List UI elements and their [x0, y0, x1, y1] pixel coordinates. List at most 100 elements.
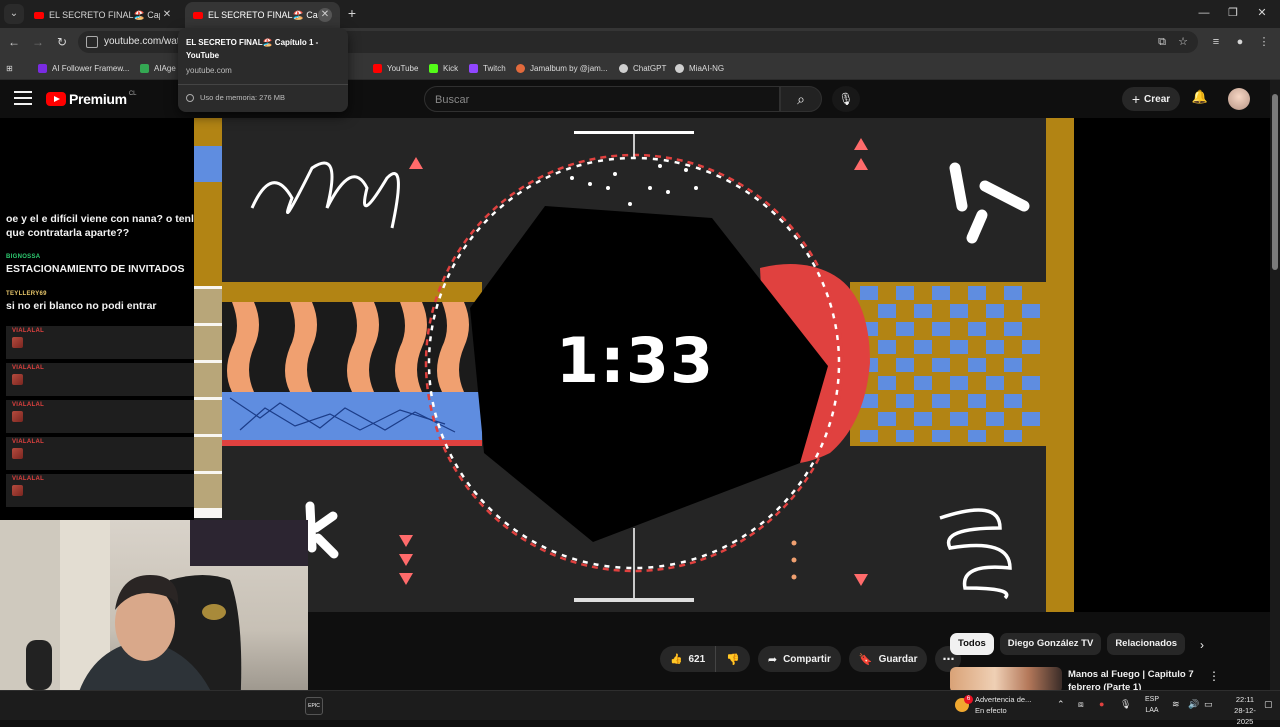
epic-games-icon[interactable]: EPIC [305, 697, 323, 715]
memory-usage-text: Uso de memoria: 276 MB [200, 93, 286, 102]
bookmark-item[interactable]: MiaAI-NG [675, 61, 724, 75]
install-app-icon[interactable]: ⧉ [1154, 34, 1170, 50]
chat-username: VIALALAL [12, 476, 45, 482]
chat-message-text: oe y el e difícil viene con nana? o tenl… [6, 213, 194, 239]
wifi-icon[interactable]: ≋ [1172, 699, 1180, 710]
notification-badge: 6 [964, 695, 973, 704]
volume-icon[interactable]: 🔊 [1188, 699, 1199, 710]
weather-widget[interactable]: 6 Advertencia de... En efecto [955, 694, 1031, 716]
restore-button[interactable]: ❐ [1223, 5, 1243, 21]
video-menu-icon[interactable]: ⋮ [1208, 669, 1220, 683]
create-label: Crear [1144, 93, 1171, 105]
page-scrollbar[interactable] [1270, 80, 1280, 690]
clock-time: 22:11 [1235, 695, 1255, 704]
tab-search-button[interactable]: ⌄ [4, 4, 24, 24]
bookmark-item[interactable]: AIAge [140, 61, 176, 75]
tab-close-icon[interactable]: ✕ [318, 8, 332, 22]
tray-mic-icon[interactable]: 🎙 [1120, 699, 1131, 710]
media-controls-icon[interactable]: ≡ [1208, 34, 1224, 50]
bookmark-item[interactable]: AI Follower Framew... [38, 61, 129, 75]
weather-subtitle: En efecto [975, 706, 1007, 715]
forward-arrow-icon[interactable]: → [29, 33, 47, 51]
search-input[interactable] [435, 92, 765, 108]
bookmark-label: ChatGPT [633, 63, 667, 73]
url-text: youtube.com/wat [104, 36, 180, 47]
chat-username: VIALALAL [12, 402, 45, 408]
tray-red-app-icon[interactable]: ● [1099, 699, 1104, 709]
notification-center-icon[interactable]: ▢ [1264, 699, 1273, 710]
close-window-button[interactable]: ✕ [1252, 5, 1272, 21]
system-clock[interactable]: 22:11 28-12-2025 [1228, 694, 1262, 727]
bookmark-item[interactable]: Kick [429, 61, 458, 75]
bookmark-label: Jamalbum by @jam... [530, 63, 608, 73]
bookmark-star-icon[interactable]: ☆ [1175, 34, 1191, 50]
create-button[interactable]: + Crear [1122, 87, 1180, 111]
hamburger-menu-icon[interactable] [14, 91, 32, 107]
divider [178, 84, 348, 85]
reload-icon[interactable]: ↻ [53, 33, 71, 51]
bookmark-label: MiaAI-NG [689, 63, 725, 73]
chip-channel[interactable]: Diego González TV [999, 633, 1102, 655]
tray-app-icon[interactable]: ⧈ [1078, 699, 1084, 710]
chat-scrollbar[interactable] [194, 118, 222, 518]
search-icon[interactable]: ⌕ [780, 86, 822, 112]
brand-text: Premium [69, 91, 127, 107]
bookmark-item[interactable]: Jamalbum by @jam... [516, 61, 607, 75]
weather-title: Advertencia de... [975, 695, 1032, 704]
back-arrow-icon[interactable]: ← [5, 33, 23, 51]
account-avatar[interactable] [1228, 88, 1250, 110]
region-code: CL [128, 91, 137, 97]
microphone-icon[interactable]: 🎙 [832, 86, 860, 112]
hover-card-title: EL SECRETO FINAL🏖️ Capítulo 1 - YouTube [186, 38, 319, 60]
chat-message: VIALALAL [6, 326, 194, 359]
minimize-button[interactable]: — [1194, 5, 1214, 21]
chat-emote-icon [12, 374, 23, 385]
bookmark-item[interactable]: YouTube [373, 61, 418, 75]
weather-alert-icon: 6 [955, 695, 973, 712]
chat-emote-icon [12, 337, 23, 348]
bookmark-item[interactable]: ChatGPT [619, 61, 666, 75]
chip-related[interactable]: Relacionados [1107, 633, 1186, 655]
site-info-icon[interactable] [86, 36, 98, 48]
bookmark-icon: 🔖 [858, 653, 873, 666]
share-icon: ➦ [767, 653, 778, 666]
browser-menu-icon[interactable]: ⋮ [1256, 34, 1272, 50]
tab-close-icon[interactable]: ✕ [160, 8, 174, 22]
save-button[interactable]: 🔖 Guardar [848, 646, 928, 672]
thumbs-up-icon: 👍 [670, 653, 683, 665]
input-language[interactable]: ESP LAA [1142, 694, 1162, 716]
chat-username: VIALALAL [12, 328, 45, 334]
youtube-play-icon [46, 92, 66, 106]
new-tab-button[interactable]: + [344, 5, 360, 21]
bookmark-favicon-icon [469, 63, 478, 73]
profile-avatar-icon[interactable]: ● [1232, 34, 1248, 50]
dislike-button[interactable]: 👎 [716, 646, 750, 672]
youtube-premium-logo[interactable]: Premium CL [46, 91, 136, 107]
chat-username: VIALALAL [12, 365, 45, 371]
chip-all[interactable]: Todos [950, 633, 994, 655]
apps-grid-icon[interactable]: ⊞ [6, 61, 13, 75]
chat-username: TEYLLERY69 [6, 291, 47, 297]
chat-message-text: si no eri blanco no podi entrar [6, 300, 157, 312]
browser-tab-1[interactable]: EL SECRETO FINAL🏖️ Capítulo ✕ [26, 2, 182, 28]
notifications-bell-icon[interactable]: 🔔 [1190, 89, 1210, 109]
memory-icon [186, 93, 194, 102]
chevron-up-icon[interactable]: ⌃ [1057, 699, 1065, 710]
like-dislike-group: 👍 621 👎 [660, 646, 750, 672]
clock-date: 28-12-2025 [1234, 706, 1256, 726]
chat-side-strip [194, 286, 222, 518]
share-label: Compartir [783, 653, 831, 665]
youtube-favicon-icon [34, 11, 44, 19]
scrollbar-thumb[interactable] [1272, 94, 1278, 270]
plus-icon: + [1131, 91, 1141, 107]
bookmark-item[interactable]: Twitch [469, 61, 506, 75]
chevron-right-icon[interactable]: › [1194, 638, 1210, 652]
video-actions: 👍 621 👎 ➦ Compartir 🔖 Guardar ⋯ [660, 646, 962, 672]
bookmark-favicon-icon [373, 63, 382, 73]
browser-tab-2-active[interactable]: EL SECRETO FINAL🏖️ Capítulo ✕ [185, 2, 340, 28]
bookmark-label: Twitch [483, 63, 506, 73]
battery-icon[interactable]: ▭ [1204, 699, 1213, 710]
chat-message: VIALALAL [6, 437, 194, 470]
like-button[interactable]: 👍 621 [660, 646, 717, 672]
share-button[interactable]: ➦ Compartir [757, 646, 841, 672]
